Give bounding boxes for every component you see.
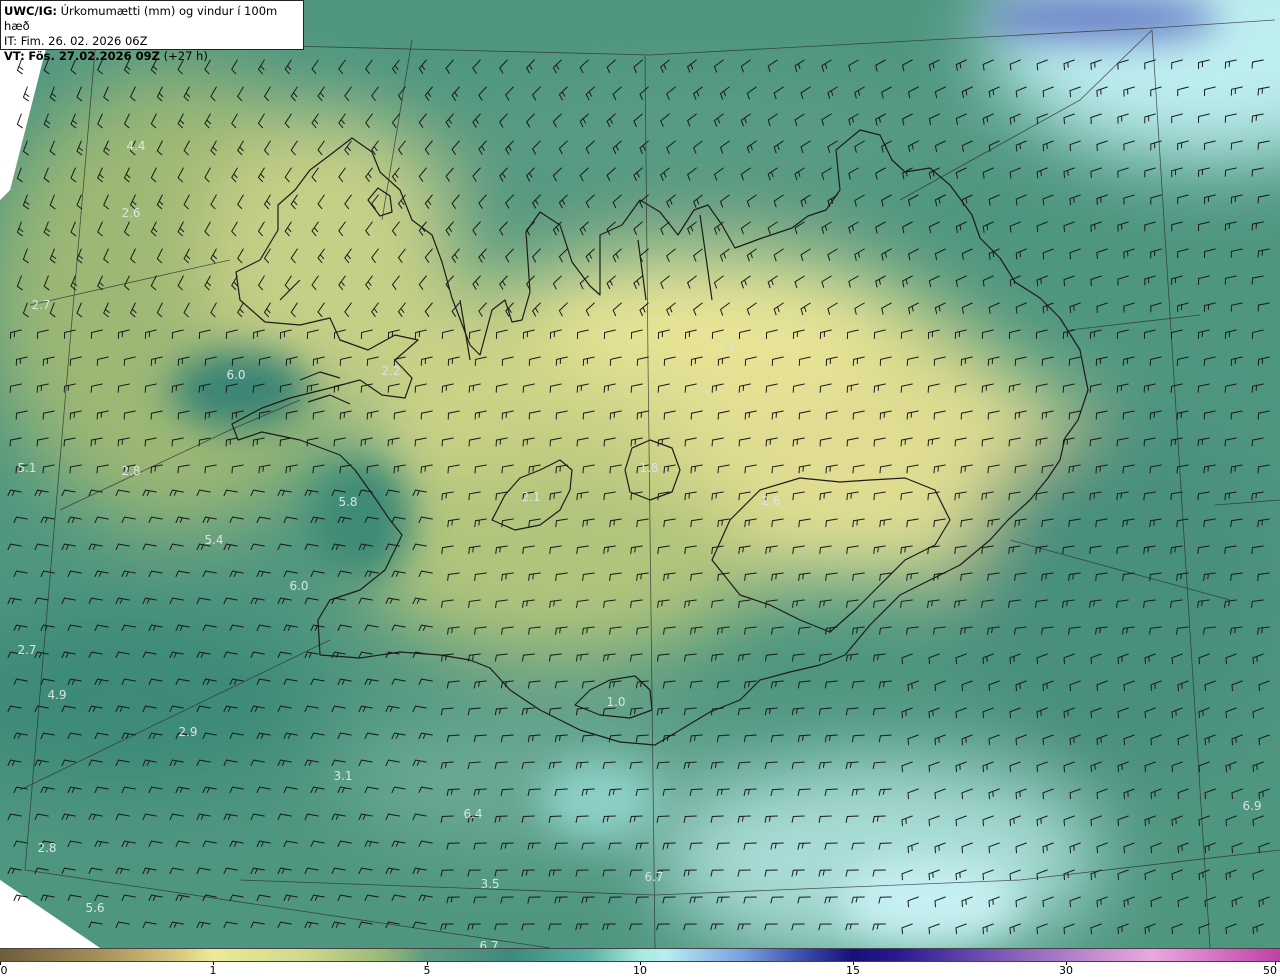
precip-value-label: 4.9 [47,688,67,702]
precip-value-label: 2.8 [121,464,141,478]
precip-value-label: 1.1 [717,341,737,355]
valid-time: Fös. 27.02.2026 09Z [28,49,160,63]
precip-value-label: 6.4 [463,807,483,821]
precip-value-label: 5.4 [204,533,224,547]
colorbar-tick-label: 0 [0,964,8,977]
precip-value-label: 3.1 [333,769,353,783]
precip-value-label: 2.6 [761,494,781,508]
precip-value-label: 2.8 [37,841,57,855]
colorbar-tick-label: 50 [1263,964,1277,977]
precip-value-label: 6.7 [644,870,664,884]
precip-value-label: 2.2 [381,364,401,378]
precip-value-label: 5.8 [338,495,358,509]
colorbar-tick-label: 1 [209,964,217,977]
colorbar-gradient [0,948,1280,962]
precip-value-label: 3.5 [480,877,500,891]
precip-value-label: 5.1 [17,461,37,475]
precip-value-label: 2.6 [121,206,141,220]
precip-value-label: 6.9 [1242,799,1262,813]
precip-value-label: 2.1 [521,490,541,504]
precip-value-label: 2.7 [17,643,37,657]
precip-value-label: 2.7 [31,298,51,312]
precip-value-label: 5.6 [85,901,105,915]
precip-value-label: 4.4 [126,139,146,153]
model-name: UWC/IG: [4,4,57,18]
colorbar-legend: 0 1 5 10 15 30 50 [0,948,1280,978]
colorbar-tick-label: 5 [423,964,431,977]
map-header: UWC/IG: Úrkomumætti (mm) og vindur í 100… [0,0,304,63]
precip-value-label: 6.0 [289,579,309,593]
vt-label: VT: [4,49,25,63]
colorbar-tick-label: 30 [1059,964,1073,977]
lead-time: (+27 h) [163,49,208,63]
precip-value-label: 1.0 [606,695,626,709]
colorbar-tick-label: 15 [846,964,860,977]
init-time: Fim. 26. 02. 2026 06Z [20,34,148,48]
colorbar-tick-label: 10 [633,964,647,977]
it-label: IT: [4,34,18,48]
precip-value-label: 1.8 [639,461,659,475]
precip-value-label: 2.9 [178,725,198,739]
precip-value-label: 6.0 [226,368,246,382]
